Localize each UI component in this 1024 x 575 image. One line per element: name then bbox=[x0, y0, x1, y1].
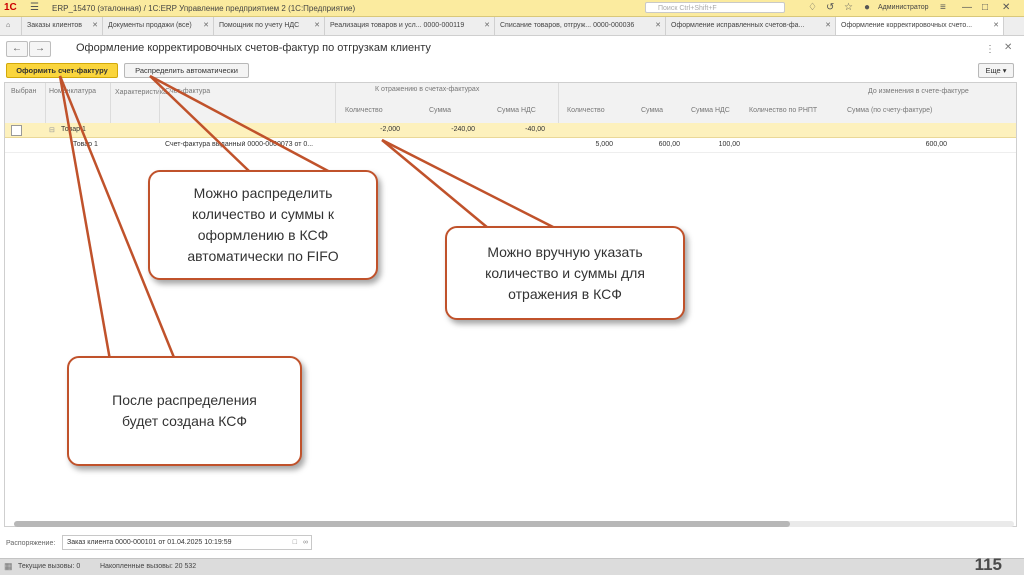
close-tab-icon[interactable]: ✕ bbox=[92, 17, 98, 35]
open-link-icon[interactable]: ∞ bbox=[303, 536, 308, 549]
close-tab-icon[interactable]: ✕ bbox=[203, 17, 209, 35]
col-nomenclature[interactable]: Номенклатура bbox=[49, 88, 96, 95]
close-tab-icon[interactable]: ✕ bbox=[825, 17, 831, 35]
settings-icon[interactable]: ≡ bbox=[940, 2, 946, 13]
home-icon: ⌂ bbox=[6, 22, 11, 29]
back-button[interactable]: ← bbox=[6, 41, 28, 57]
row-vat2: 100,00 bbox=[718, 141, 740, 148]
scrollbar-thumb[interactable] bbox=[14, 521, 790, 527]
row-sum-invoice: 600,00 bbox=[925, 141, 947, 148]
row-nomenclature: Товар 1 bbox=[61, 126, 86, 133]
divider bbox=[110, 83, 111, 123]
title-bar: 1С ☰ ERP_15470 (эталонная) / 1С:ERP Упра… bbox=[0, 0, 1024, 17]
row-qty2: 5,000 bbox=[595, 141, 613, 148]
tab-correction-invoices[interactable]: Оформление корректировочных счето... ✕ bbox=[836, 17, 1004, 35]
close-window-icon[interactable]: ✕ bbox=[1002, 2, 1010, 13]
table-row[interactable]: ⊟ Товар 1 -2,000 -240,00 -40,00 bbox=[5, 123, 1016, 138]
col-qty-rnpt[interactable]: Количество по РНПТ bbox=[749, 107, 817, 114]
row-vat[interactable]: -40,00 bbox=[495, 126, 545, 133]
app-logo: 1С bbox=[4, 2, 17, 13]
distribute-auto-button[interactable]: Распределить автоматически bbox=[124, 63, 249, 78]
row-checkbox[interactable] bbox=[11, 125, 22, 136]
home-tab[interactable]: ⌂ bbox=[0, 17, 22, 35]
divider bbox=[159, 83, 160, 123]
row-sum2: 600,00 bbox=[658, 141, 680, 148]
col-sum-invoice[interactable]: Сумма (по счету-фактуре) bbox=[847, 107, 932, 114]
col-sum2[interactable]: Сумма bbox=[641, 107, 663, 114]
order-label: Распоряжение: bbox=[6, 540, 56, 547]
status-bar: ▦ Текущие вызовы: 0 Накопленные вызовы: … bbox=[0, 558, 1024, 575]
user-name[interactable]: Администратор bbox=[878, 4, 929, 11]
calls-icon: ▦ bbox=[4, 561, 13, 571]
tab-sales-docs[interactable]: Документы продажи (все) ✕ bbox=[103, 17, 214, 35]
arrow-right-icon: → bbox=[35, 43, 45, 54]
minimize-icon[interactable]: — bbox=[962, 2, 972, 13]
bell-icon[interactable]: ♢ bbox=[808, 2, 817, 13]
callout-fifo: Можно распределить количество и суммы к … bbox=[148, 170, 378, 280]
more-vert-icon[interactable]: ⋮ bbox=[985, 44, 995, 55]
row-qty[interactable]: -2,000 bbox=[345, 126, 400, 133]
col-vat2[interactable]: Сумма НДС bbox=[691, 107, 730, 114]
close-tab-icon[interactable]: ✕ bbox=[314, 17, 320, 35]
callout-after: После распределения будет создана КСФ bbox=[67, 356, 302, 466]
page-title: Оформление корректировочных счетов-факту… bbox=[76, 42, 431, 54]
horizontal-scrollbar[interactable] bbox=[14, 521, 1014, 527]
tab-vat-helper[interactable]: Помощник по учету НДС ✕ bbox=[214, 17, 325, 35]
more-button[interactable]: Еще ▾ bbox=[978, 63, 1014, 78]
col-invoice[interactable]: Счет-фактура bbox=[165, 88, 210, 95]
slide-number: 115 bbox=[974, 555, 1002, 574]
arrow-left-icon: ← bbox=[12, 43, 22, 54]
close-form-icon[interactable]: ✕ bbox=[1004, 42, 1012, 53]
divider bbox=[45, 83, 46, 123]
table-row[interactable]: Товар 1 Счет-фактура выданный 0000-00000… bbox=[5, 138, 1016, 153]
accumulated-calls: Накопленные вызовы: 20 532 bbox=[100, 563, 197, 570]
forward-button[interactable]: → bbox=[29, 41, 51, 57]
row-sum[interactable]: -240,00 bbox=[425, 126, 475, 133]
close-tab-icon[interactable]: ✕ bbox=[993, 17, 999, 35]
table-header: Выбран Номенклатура Характеристика Счет-… bbox=[5, 83, 1016, 124]
col-qty2[interactable]: Количество bbox=[567, 107, 605, 114]
group-before: До изменения в счете-фактуре bbox=[868, 88, 969, 95]
row-invoice: Счет-фактура выданный 0000-0000073 от 0.… bbox=[165, 141, 314, 148]
col-characteristic[interactable]: Характеристика bbox=[115, 88, 167, 97]
col-qty[interactable]: Количество bbox=[345, 107, 383, 114]
favorites-icon[interactable]: ☆ bbox=[844, 2, 853, 13]
current-calls: Текущие вызовы: 0 bbox=[18, 563, 81, 570]
create-invoice-button[interactable]: Оформить счет-фактуру bbox=[6, 63, 118, 78]
col-sum[interactable]: Сумма bbox=[429, 107, 451, 114]
form-footer: Распоряжение: Заказ клиента 0000-000101 … bbox=[0, 534, 1024, 556]
main-menu-icon[interactable]: ☰ bbox=[30, 2, 39, 13]
close-tab-icon[interactable]: ✕ bbox=[655, 17, 661, 35]
maximize-icon[interactable]: □ bbox=[982, 2, 988, 13]
order-field[interactable]: Заказ клиента 0000-000101 от 01.04.2025 … bbox=[62, 535, 312, 550]
row-nomenclature: Товар 1 bbox=[73, 141, 98, 148]
tab-bar: ⌂ Заказы клиентов ✕ Документы продажи (вс… bbox=[0, 17, 1024, 36]
col-selected[interactable]: Выбран bbox=[11, 88, 36, 95]
user-icon: ● bbox=[864, 2, 871, 13]
close-tab-icon[interactable]: ✕ bbox=[484, 17, 490, 35]
global-search-input[interactable]: Поиск Ctrl+Shift+F bbox=[645, 2, 785, 13]
tab-corrected-invoices[interactable]: Оформление исправленных счетов-фа... ✕ bbox=[666, 17, 836, 35]
tab-writeoff[interactable]: Списание товаров, отгруж... 0000-000036 ✕ bbox=[495, 17, 666, 35]
col-vat[interactable]: Сумма НДС bbox=[497, 107, 536, 114]
tab-orders[interactable]: Заказы клиентов ✕ bbox=[22, 17, 103, 35]
history-icon[interactable]: ↺ bbox=[826, 2, 834, 13]
window-title: ERP_15470 (эталонная) / 1С:ERP Управлени… bbox=[52, 4, 356, 13]
group-reflect: К отражению в счетах-фактурах bbox=[375, 86, 480, 93]
collapse-icon[interactable]: ⊟ bbox=[49, 126, 55, 134]
divider bbox=[558, 83, 559, 123]
divider bbox=[335, 83, 336, 123]
callout-manual: Можно вручную указать количество и суммы… bbox=[445, 226, 685, 320]
tab-realization[interactable]: Реализация товаров и усл... 0000-000119 ✕ bbox=[325, 17, 495, 35]
clear-icon[interactable]: □ bbox=[293, 536, 297, 549]
